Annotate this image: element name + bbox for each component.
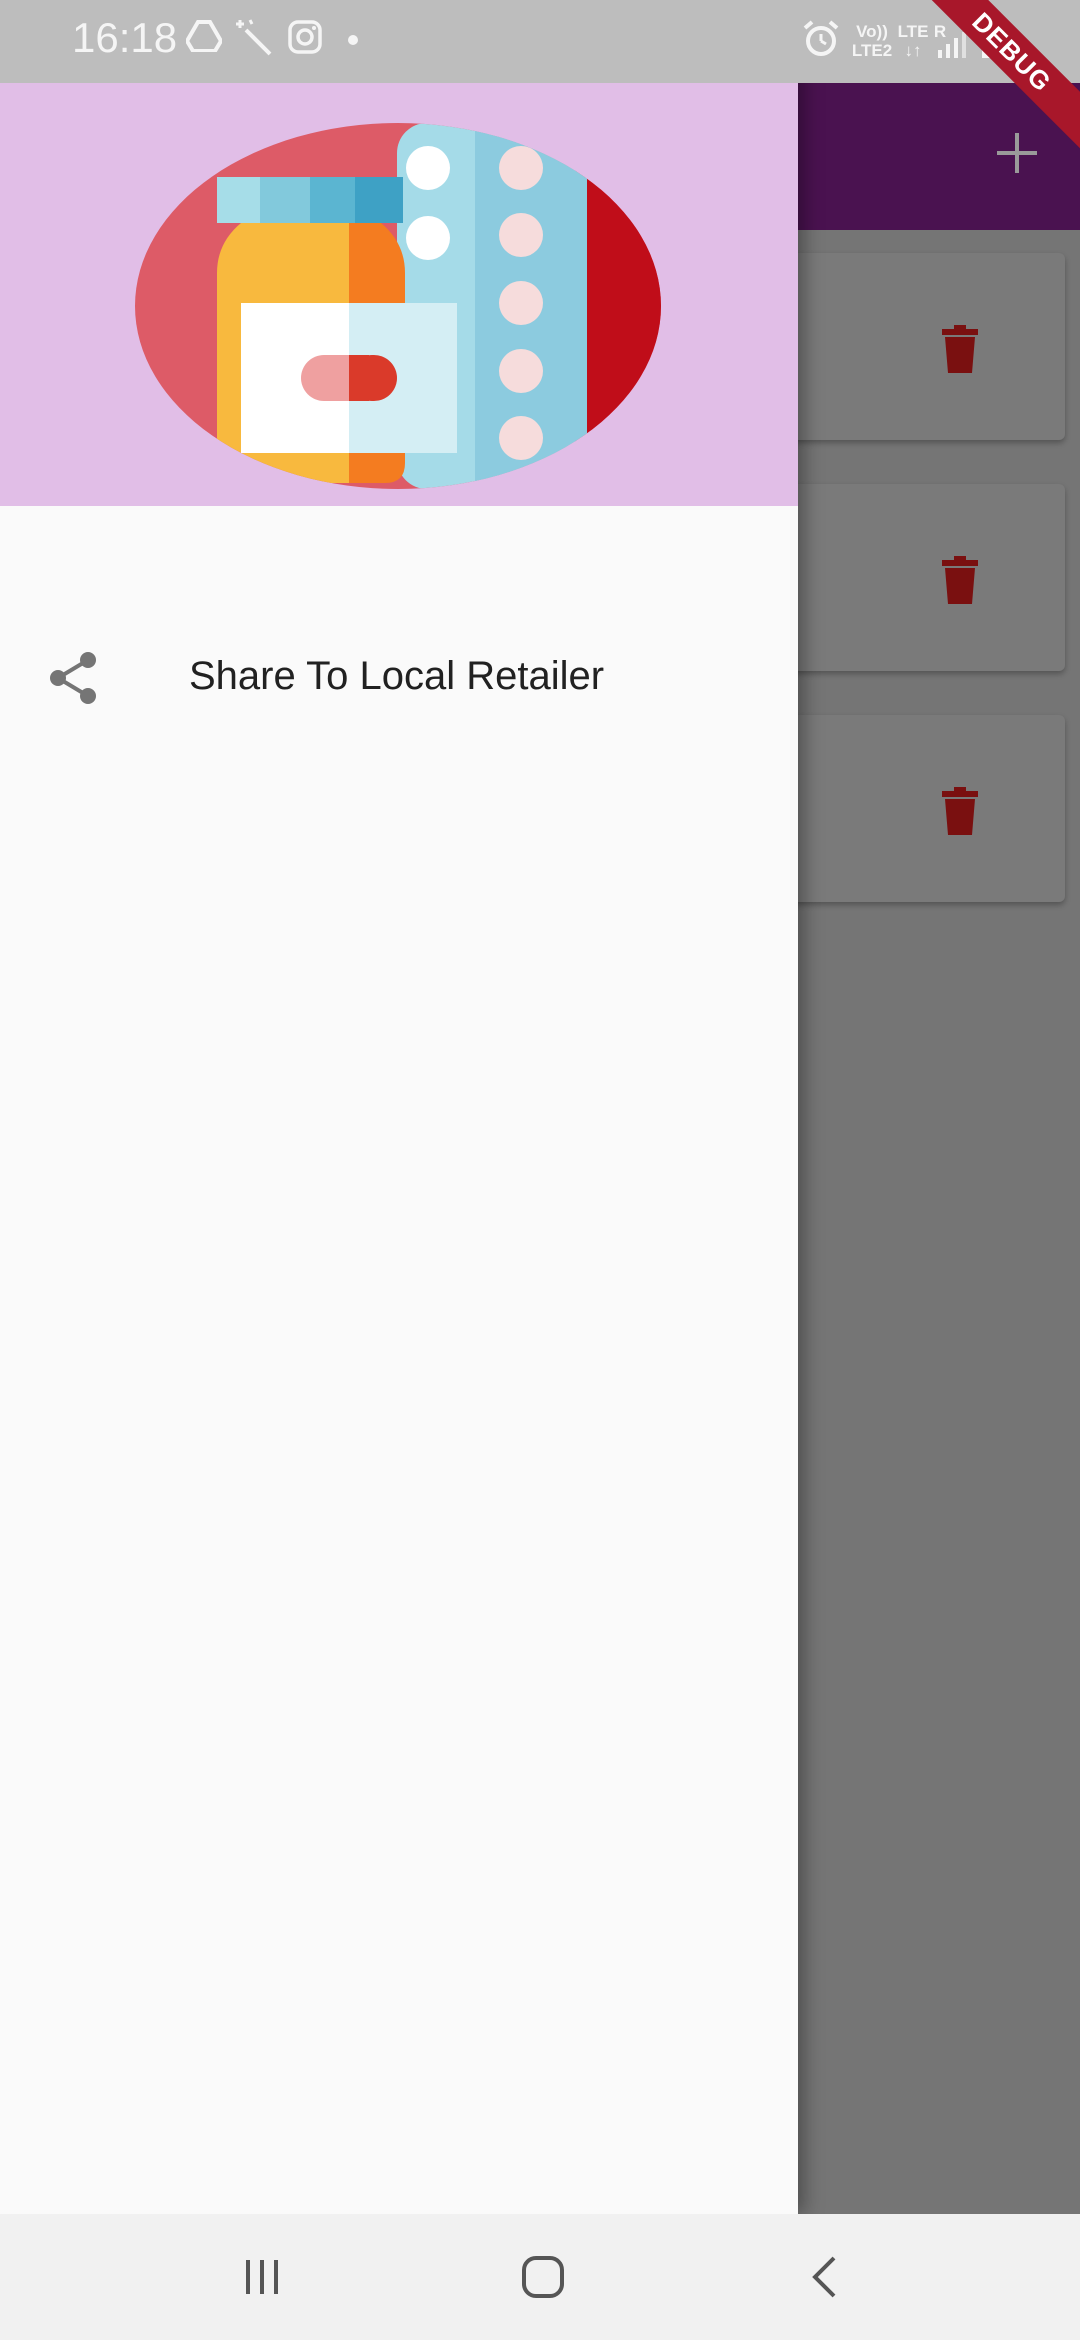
lte-label: LTE (897, 22, 929, 41)
magic-wand-icon (236, 19, 272, 56)
drawer-item-label: Share To Local Retailer (189, 654, 605, 698)
data-arrows: ↓↑ (904, 41, 922, 60)
recent-apps-icon (246, 2260, 278, 2294)
trash-icon (942, 556, 978, 604)
list-card[interactable] (780, 253, 1065, 440)
alarm-icon (803, 20, 839, 56)
navigation-drawer: Share To Local Retailer (0, 0, 798, 2214)
add-button[interactable] (982, 118, 1052, 188)
screen: 16:18 Vo)) LTE2 LTE ↓↑ R DEBUG Share To … (0, 0, 1080, 2340)
navigation-bar (0, 2214, 1080, 2340)
list-card[interactable] (780, 715, 1065, 902)
share-icon (50, 652, 96, 704)
delete-button[interactable] (930, 319, 990, 379)
trash-icon (942, 787, 978, 835)
back-icon (812, 2256, 836, 2298)
dot-icon (348, 35, 358, 45)
drawer-header (0, 83, 798, 506)
drive-icon (186, 20, 222, 52)
list-card[interactable] (780, 484, 1065, 671)
back-button[interactable] (780, 2247, 870, 2307)
status-time: 16:18 (72, 14, 178, 61)
drawer-item-share[interactable]: Share To Local Retailer (0, 628, 798, 728)
delete-button[interactable] (930, 781, 990, 841)
volte-label-bottom: LTE2 (851, 41, 893, 60)
signal-icon (938, 32, 966, 58)
home-button[interactable] (498, 2247, 588, 2307)
volte-label-top: Vo)) (856, 22, 888, 41)
home-icon (522, 2256, 564, 2298)
trash-icon (942, 325, 978, 373)
instagram-icon (288, 20, 322, 54)
recent-apps-button[interactable] (217, 2247, 307, 2307)
plus-icon (997, 133, 1037, 173)
delete-button[interactable] (930, 550, 990, 610)
volte-icon: Vo)) LTE2 (850, 22, 894, 60)
medicine-illustration (135, 123, 661, 489)
lte-icon: LTE ↓↑ (895, 22, 931, 60)
status-bar: 16:18 Vo)) LTE2 LTE ↓↑ R (0, 0, 1080, 83)
